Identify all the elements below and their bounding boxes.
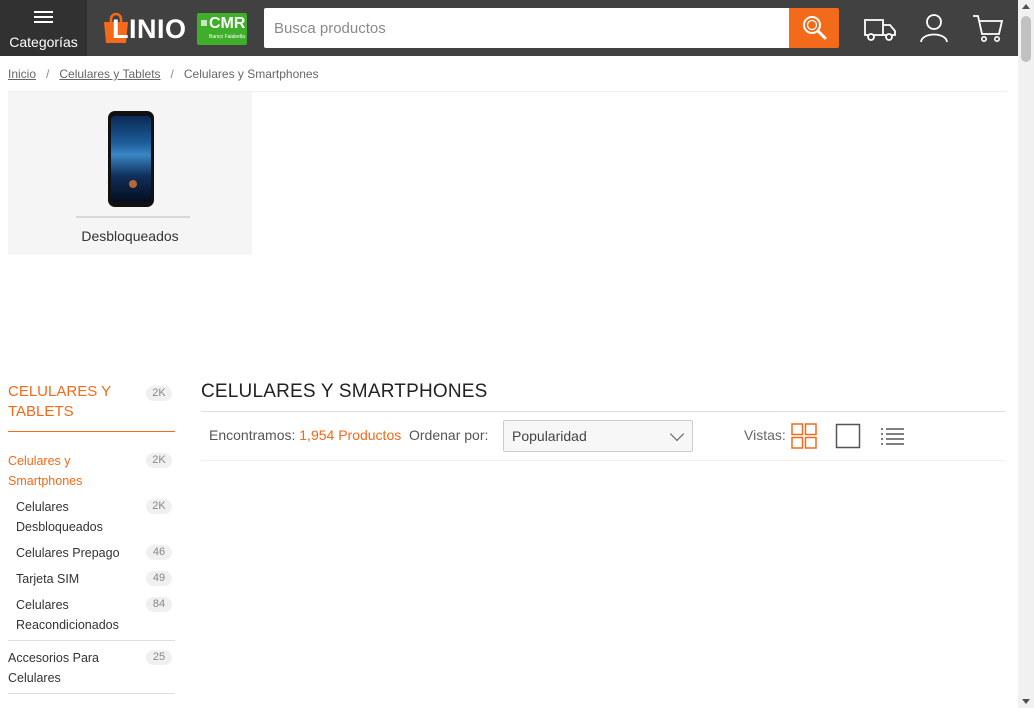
- card-divider: [76, 216, 190, 218]
- search-input[interactable]: [264, 8, 789, 48]
- count-badge: 25: [146, 650, 172, 665]
- page-scrollbar[interactable]: [1018, 0, 1034, 708]
- sidebar-item-celulares-prepago[interactable]: Celulares Prepago: [16, 543, 136, 563]
- cmr-subtext: Banco Falabella: [209, 34, 245, 40]
- categories-label: Categorías: [9, 34, 78, 50]
- logo-text: LINIO: [112, 14, 187, 44]
- count-badge: 2K: [146, 453, 172, 468]
- sidebar-item-celulares-desbloqueados[interactable]: Celulares Desbloqueados: [16, 497, 106, 537]
- single-view-icon[interactable]: [835, 423, 861, 449]
- sidebar-item-celulares-smartphones[interactable]: Celulares y Smartphones: [8, 451, 98, 491]
- list-view-icon[interactable]: [879, 423, 905, 449]
- categories-button[interactable]: Categorías: [0, 0, 87, 56]
- count-badge: 49: [146, 571, 172, 586]
- chevron-down-icon: [669, 426, 685, 442]
- breadcrumb-inicio[interactable]: Inicio: [8, 67, 36, 81]
- sidebar-item-tarjeta-sim[interactable]: Tarjeta SIM: [16, 569, 136, 589]
- sort-value: Popularidad: [512, 428, 587, 444]
- results-count: Encontramos: 1,954 Productos: [209, 427, 401, 443]
- sort-label: Ordenar por:: [409, 427, 489, 443]
- search-button[interactable]: [789, 8, 839, 48]
- hamburger-icon: [34, 11, 53, 23]
- smartphone-image: [108, 111, 154, 207]
- count-badge: 84: [146, 597, 172, 612]
- grid-view-icon[interactable]: [791, 423, 817, 449]
- count-badge: 2K: [146, 499, 172, 514]
- sidebar-item-celulares-reacondicionados[interactable]: Celulares Reacondicionados: [16, 595, 126, 635]
- sidebar-divider: [8, 640, 175, 641]
- divider: [201, 460, 1005, 461]
- breadcrumb: Inicio / Celulares y Tablets / Celulares y S…: [8, 67, 319, 81]
- count-badge: 2K: [146, 386, 172, 401]
- search-icon: [803, 16, 827, 40]
- breadcrumb-current: Celulares y Smartphones: [183, 67, 319, 81]
- sidebar-item-accesorios[interactable]: Accesorios Para Celulares: [8, 648, 108, 688]
- top-header: Categorías LINIO CMR Banco Falabella: [0, 0, 1018, 56]
- page-title: CELULARES Y SMARTPHONES: [201, 381, 488, 402]
- sort-select[interactable]: Popularidad: [503, 420, 693, 452]
- scroll-up-icon[interactable]: [1022, 4, 1030, 9]
- results-number: 1,954 Productos: [299, 427, 402, 443]
- sidebar-heading[interactable]: CELULARES Y TABLETS: [8, 382, 128, 422]
- search-bar: [264, 8, 839, 48]
- results-prefix: Encontramos:: [209, 427, 296, 443]
- category-card-label: Desbloqueados: [81, 228, 179, 244]
- sidebar-heading-rule: [8, 431, 175, 432]
- breadcrumb-separator: /: [46, 67, 50, 81]
- cmr-badge: CMR Banco Falabella: [197, 13, 247, 45]
- shopping-cart-icon[interactable]: [970, 10, 1006, 46]
- sidebar-divider: [8, 693, 175, 694]
- scroll-down-icon[interactable]: [1022, 699, 1030, 704]
- divider: [201, 411, 1005, 412]
- views-label: Vistas:: [744, 427, 786, 443]
- cmr-mark-icon: [201, 20, 207, 26]
- cmr-text: CMR: [209, 15, 246, 32]
- breadcrumb-celulares-tablets[interactable]: Celulares y Tablets: [59, 67, 160, 81]
- delivery-truck-icon[interactable]: [862, 10, 898, 46]
- category-card-desbloqueados[interactable]: Desbloqueados: [8, 92, 252, 255]
- user-account-icon[interactable]: [916, 10, 952, 46]
- count-badge: 46: [146, 545, 172, 560]
- scroll-thumb[interactable]: [1021, 16, 1031, 62]
- linio-logo[interactable]: LINIO CMR Banco Falabella: [100, 10, 250, 46]
- breadcrumb-separator: /: [170, 67, 174, 81]
